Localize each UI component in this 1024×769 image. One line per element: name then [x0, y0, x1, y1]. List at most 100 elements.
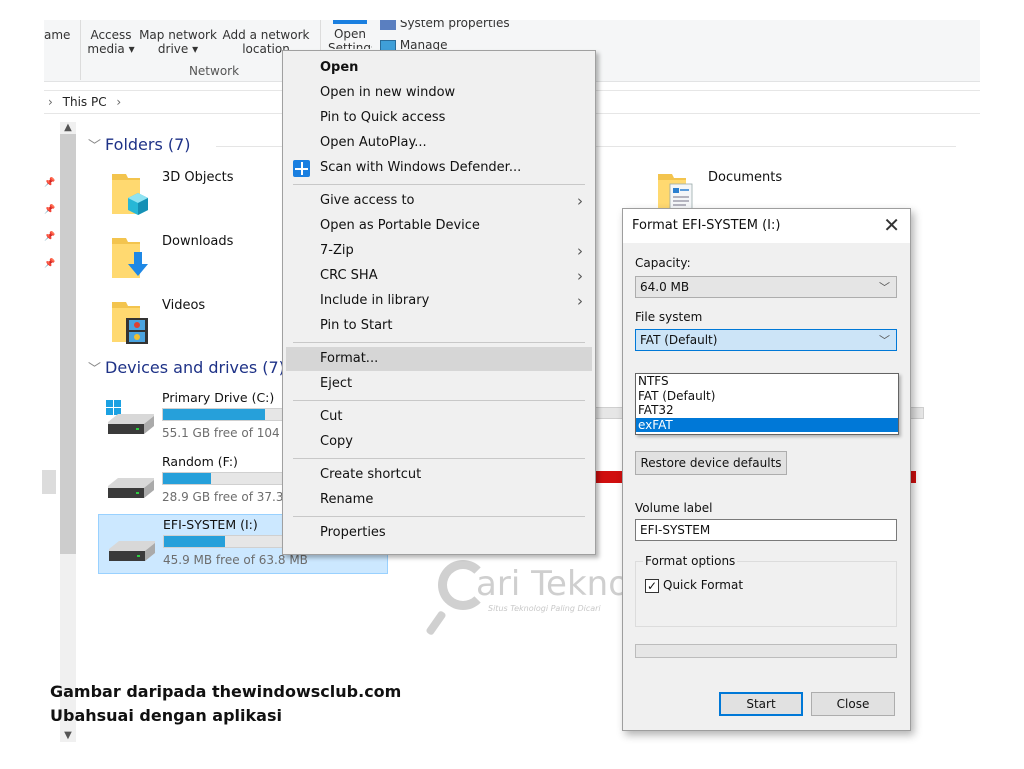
open-settings-label-2: Settings	[328, 41, 372, 49]
format-progress-bar	[635, 644, 897, 658]
magnifier-handle	[425, 610, 447, 636]
folder-videos[interactable]: Videos	[110, 298, 280, 354]
menu-separator	[293, 458, 585, 459]
close-icon[interactable]: ✕	[883, 214, 900, 236]
map-network-drive-button[interactable]: Map network drive ▾	[138, 28, 218, 56]
scrollbar-thumb[interactable]	[60, 134, 76, 554]
menu-item-rename[interactable]: Rename	[283, 488, 595, 512]
breadcrumb-separator: ›	[48, 95, 53, 109]
caption-source: Gambar daripada thewindowsclub.com	[50, 682, 402, 701]
menu-item-label: Create shortcut	[320, 467, 422, 482]
access-media-button[interactable]: Access media ▾	[86, 28, 136, 56]
quick-format-label[interactable]: Quick Format	[663, 578, 743, 592]
menu-item-label: Format...	[320, 351, 379, 366]
volume-label-label: Volume label	[635, 501, 713, 515]
scroll-down-icon[interactable]: ▼	[60, 730, 76, 742]
quick-format-checkbox[interactable]: ✓	[645, 579, 659, 593]
drive-usage-fill	[163, 473, 211, 484]
filesystem-option-ntfs[interactable]: NTFS	[636, 374, 898, 389]
system-properties-label: System properties	[399, 20, 510, 30]
folder-name: 3D Objects	[162, 170, 234, 185]
menu-item-label: Give access to	[320, 193, 415, 208]
filesystem-dropdown: NTFS FAT (Default) FAT32 exFAT	[635, 373, 899, 435]
menu-item-7-zip[interactable]: 7-Zip ›	[283, 239, 595, 263]
capacity-select[interactable]: 64.0 MB ﹀	[635, 276, 897, 298]
filesystem-option-fat[interactable]: FAT (Default)	[636, 389, 898, 404]
menu-item-open-in-new-window[interactable]: Open in new window	[283, 81, 595, 105]
menu-item-label: Rename	[320, 492, 374, 507]
chevron-down-icon: ﹀	[879, 334, 890, 347]
drive-name: Random (F:)	[162, 454, 238, 469]
menu-item-include-in-library[interactable]: Include in library ›	[283, 289, 595, 313]
menu-item-crc-sha[interactable]: CRC SHA ›	[283, 264, 595, 288]
chevron-right-icon: ›	[577, 242, 583, 260]
close-button[interactable]: Close	[811, 692, 895, 716]
pin-icon: 📌	[44, 205, 56, 215]
settings-icon	[333, 20, 367, 24]
pin-icon: 📌	[44, 232, 56, 242]
filesystem-option-fat32[interactable]: FAT32	[636, 403, 898, 418]
access-media-label: Access	[90, 28, 132, 42]
menu-item-label: Open as Portable Device	[320, 218, 480, 233]
menu-item-give-access-to[interactable]: Give access to ›	[283, 189, 595, 213]
folder-3d-objects[interactable]: 3D Objects	[110, 170, 280, 226]
start-button[interactable]: Start	[719, 692, 803, 716]
open-settings-button[interactable]: Open Settings	[328, 20, 372, 49]
menu-item-label: Scan with Windows Defender...	[320, 160, 522, 175]
filesystem-option-exfat[interactable]: exFAT	[636, 417, 898, 432]
menu-item-cut[interactable]: Cut	[283, 405, 595, 429]
filesystem-value: FAT (Default)	[640, 333, 718, 347]
menu-item-open-as-portable-device[interactable]: Open as Portable Device	[283, 214, 595, 238]
volume-label-input[interactable]: EFI-SYSTEM	[635, 519, 897, 541]
caption-modified: Ubahsuai dengan aplikasi	[50, 706, 282, 725]
breadcrumb-this-pc[interactable]: This PC	[63, 95, 107, 109]
chevron-right-icon: ›	[577, 192, 583, 210]
open-settings-label: Open	[333, 27, 367, 41]
breadcrumb-chevron[interactable]: ›	[116, 95, 121, 109]
nav-pane-selection	[42, 470, 56, 494]
menu-item-pin-to-quick-access[interactable]: Pin to Quick access	[283, 106, 595, 130]
menu-item-properties[interactable]: Properties	[283, 521, 595, 545]
pin-icon: 📌	[44, 259, 56, 269]
screenshot-frame: ame Access media ▾ Map network drive ▾ A…	[0, 0, 1024, 769]
map-network-drive-label-2: drive ▾	[157, 42, 199, 56]
drive-free-space: 45.9 MB free of 63.8 MB	[163, 553, 308, 567]
network-group-label: Network	[188, 64, 240, 78]
dialog-titlebar[interactable]: Format EFI-SYSTEM (I:) ✕	[623, 209, 910, 243]
menu-item-pin-to-start[interactable]: Pin to Start	[283, 314, 595, 338]
format-options-group	[635, 561, 897, 627]
menu-item-label: 7-Zip	[320, 243, 354, 258]
videos-folder-icon	[112, 302, 148, 344]
menu-separator	[293, 184, 585, 185]
menu-item-create-shortcut[interactable]: Create shortcut	[283, 463, 595, 487]
menu-item-eject[interactable]: Eject	[283, 372, 595, 396]
restore-defaults-button[interactable]: Restore device defaults	[635, 451, 787, 475]
capacity-label: Capacity:	[635, 256, 691, 270]
system-properties-button[interactable]: System properties	[380, 20, 510, 30]
format-dialog: Format EFI-SYSTEM (I:) ✕ Capacity: 64.0 …	[622, 208, 911, 731]
vertical-scrollbar[interactable]: ▲ ▼	[60, 122, 76, 742]
capacity-value: 64.0 MB	[640, 280, 690, 294]
chevron-right-icon: ›	[577, 292, 583, 310]
hard-drive-icon	[109, 541, 155, 561]
menu-item-label: Open AutoPlay...	[320, 135, 427, 150]
chevron-right-icon: ›	[577, 267, 583, 285]
scroll-up-icon[interactable]: ▲	[60, 122, 76, 134]
filesystem-select[interactable]: FAT (Default) ﹀	[635, 329, 897, 351]
watermark-tagline: Situs Teknologi Paling Dicari	[488, 604, 601, 613]
menu-separator	[293, 400, 585, 401]
add-network-location-label: Add a network	[222, 28, 310, 42]
map-network-drive-label: Map network	[139, 28, 217, 42]
ribbon-separator	[80, 20, 81, 80]
chevron-down-icon: ﹀	[879, 281, 890, 294]
menu-item-format[interactable]: Format...	[286, 347, 592, 371]
menu-item-copy[interactable]: Copy	[283, 430, 595, 454]
menu-item-scan-with-windows-defender[interactable]: Scan with Windows Defender...	[283, 156, 595, 180]
folders-section-header[interactable]: ﹀ Folders (7)	[88, 135, 191, 154]
folder-downloads[interactable]: Downloads	[110, 234, 280, 290]
menu-item-open-autoplay[interactable]: Open AutoPlay...	[283, 131, 595, 155]
rename-button[interactable]: ame	[44, 28, 70, 42]
menu-item-open[interactable]: Open	[283, 56, 595, 80]
drives-section-header[interactable]: ﹀ Devices and drives (7)	[88, 358, 285, 377]
system-properties-icon	[380, 20, 396, 30]
